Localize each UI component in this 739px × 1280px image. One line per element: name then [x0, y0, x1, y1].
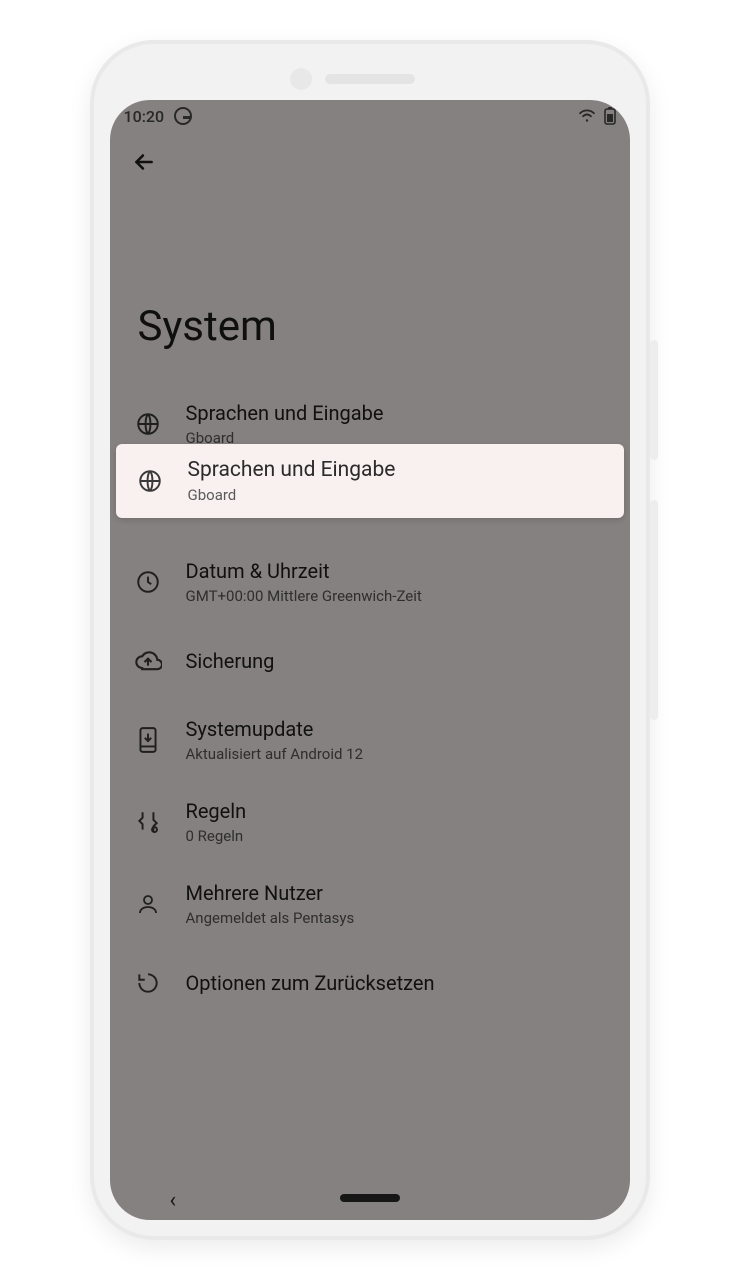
person-icon — [134, 890, 162, 918]
list-item-backup[interactable]: Sicherung — [110, 623, 630, 699]
globe-icon — [136, 467, 164, 495]
status-time: 10:20 — [124, 107, 165, 126]
arrow-back-icon — [131, 149, 157, 175]
nav-back-icon[interactable]: ‹ — [170, 1188, 177, 1213]
highlighted-item-languages[interactable]: Sprachen und Eingabe Gboard — [116, 444, 624, 518]
rules-icon — [134, 808, 162, 836]
top-app-bar — [110, 132, 630, 192]
page-title: System — [110, 192, 630, 383]
back-button[interactable] — [122, 140, 166, 184]
screen: 10:20 Syst — [110, 100, 630, 1220]
item-title: Datum & Uhrzeit — [186, 559, 422, 583]
clock-icon — [134, 568, 162, 596]
list-item-datetime[interactable]: Datum & Uhrzeit GMT+00:00 Mittlere Green… — [110, 541, 630, 623]
reset-icon — [134, 969, 162, 997]
item-subtitle: Aktualisiert auf Android 12 — [186, 745, 364, 763]
globe-icon — [134, 410, 162, 438]
item-title: Systemupdate — [186, 717, 364, 741]
phone-frame: 10:20 Syst — [90, 40, 650, 1240]
navigation-bar: ‹ — [110, 1176, 630, 1220]
cloud-upload-icon — [134, 647, 162, 675]
wifi-icon — [578, 107, 596, 125]
item-subtitle: Gboard — [188, 486, 396, 504]
item-title: Sicherung — [186, 649, 275, 673]
google-icon — [174, 107, 192, 125]
item-subtitle: GMT+00:00 Mittlere Greenwich-Zeit — [186, 587, 422, 605]
item-subtitle: Angemeldet als Pentasys — [186, 909, 355, 927]
item-title: Regeln — [186, 799, 247, 823]
speaker-grille — [325, 74, 415, 84]
status-bar: 10:20 — [110, 100, 630, 132]
list-item-update[interactable]: Systemupdate Aktualisiert auf Android 12 — [110, 699, 630, 781]
power-button[interactable] — [650, 500, 658, 720]
item-title: Mehrere Nutzer — [186, 881, 355, 905]
settings-page: 10:20 Syst — [110, 100, 630, 1220]
system-update-icon — [134, 726, 162, 754]
nav-home-pill[interactable] — [340, 1194, 400, 1202]
battery-icon — [604, 107, 616, 125]
list-item-users[interactable]: Mehrere Nutzer Angemeldet als Pentasys — [110, 863, 630, 945]
item-title: Optionen zum Zurücksetzen — [186, 971, 435, 995]
front-camera — [290, 68, 312, 90]
item-subtitle: 0 Regeln — [186, 827, 247, 845]
list-item-rules[interactable]: Regeln 0 Regeln — [110, 781, 630, 863]
list-item-reset[interactable]: Optionen zum Zurücksetzen — [110, 945, 630, 1021]
volume-button[interactable] — [650, 340, 658, 460]
item-title: Sprachen und Eingabe — [186, 401, 384, 425]
item-title: Sprachen und Eingabe — [188, 458, 396, 482]
